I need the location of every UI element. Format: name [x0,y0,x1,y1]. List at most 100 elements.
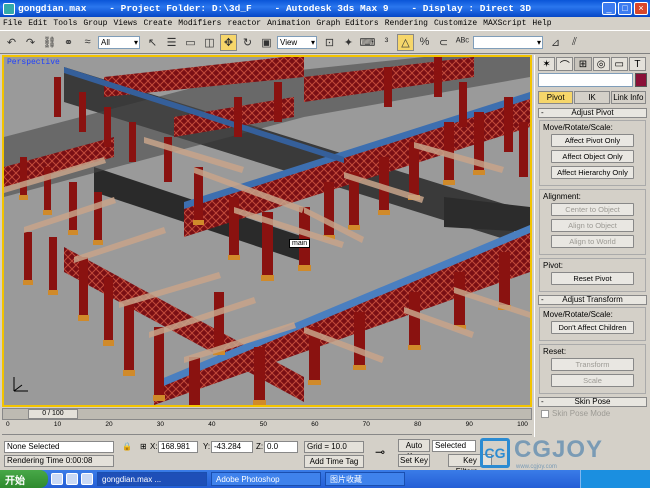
percent-snap-icon[interactable]: % [416,34,433,51]
viewport-label[interactable]: Perspective [7,58,60,67]
pivot-subtab[interactable]: Pivot [538,91,574,104]
rotate-icon[interactable]: ↻ [239,34,256,51]
dont-affect-children-button[interactable]: Don't Affect Children [551,321,634,334]
menu-rendering[interactable]: Rendering [382,19,431,28]
link-info-subtab[interactable]: Link Info [610,91,646,104]
unlink-icon[interactable]: ⚭ [60,34,77,51]
adjust-transform-rollout[interactable]: Adjust Transform [538,295,647,305]
reference-coord-dropdown[interactable]: View [277,35,317,49]
tick-label: 0 [6,421,10,428]
rect-selection-icon[interactable]: ▭ [182,34,199,51]
selection-filter-dropdown[interactable]: All [98,35,140,49]
task-3dsmax[interactable]: gongdian.max ... [97,472,207,486]
named-selection-icon[interactable]: ᴬᴮᶜ [454,34,471,51]
set-key-button[interactable]: Set Key [398,454,430,467]
display-tab-icon[interactable]: ▭ [610,57,628,71]
axis-tripod-icon [10,373,32,397]
bind-spacewarp-icon[interactable]: ≈ [79,34,96,51]
align-icon[interactable]: ⫽ [566,34,583,51]
object-name-field[interactable] [538,73,633,87]
quicklaunch-media-icon[interactable] [81,473,93,485]
task-image-viewer[interactable]: 图片收藏 [325,472,405,486]
tick-label: 10 [53,421,62,428]
3dsmax-window: gongdian.max - Project Folder: D:\3d_F -… [0,0,650,488]
object-tooltip: main [289,239,311,248]
quicklaunch-desktop-icon[interactable] [51,473,63,485]
minimize-button[interactable]: _ [602,2,616,15]
scale-icon[interactable]: ▣ [258,34,275,51]
quicklaunch-browser-icon[interactable] [66,473,78,485]
tick-label: 30 [156,421,165,428]
time-slider-track[interactable]: 0 / 100 [2,408,532,420]
menu-file[interactable]: File [0,19,25,28]
task-photoshop[interactable]: Adobe Photoshop [211,472,321,486]
menu-reactor[interactable]: reactor [224,19,264,28]
y-coord-field[interactable]: -43.284 [211,441,253,453]
select-manipulate-icon[interactable]: ✦ [340,34,357,51]
z-coord-field[interactable]: 0.0 [264,441,298,453]
move-icon[interactable]: ✥ [220,33,237,51]
select-by-name-icon[interactable]: ☰ [163,34,180,51]
perspective-viewport[interactable]: Perspective main [2,55,532,407]
add-time-tag-button[interactable]: Add Time Tag [304,455,364,468]
maximize-button[interactable]: □ [618,2,632,15]
key-mode-dropdown[interactable]: Selected [432,440,476,452]
object-color-swatch[interactable] [635,73,647,87]
spinner-snap-icon[interactable]: ⊂ [435,34,452,51]
close-button[interactable]: × [634,2,648,15]
menu-create[interactable]: Create [140,19,175,28]
lock-icon[interactable]: 🔒 [122,442,132,451]
keyboard-shortcut-icon[interactable]: ⌨ [359,34,376,51]
menu-modifiers[interactable]: Modifiers [175,19,224,28]
undo-icon[interactable]: ↶ [3,34,20,51]
menu-help[interactable]: Help [529,19,554,28]
start-button[interactable]: 开始 [0,470,48,488]
adjust-pivot-rollout[interactable]: Adjust Pivot [538,108,647,118]
menu-tools[interactable]: Tools [50,19,80,28]
key-icon[interactable]: ⊸ [375,445,385,459]
ik-subtab[interactable]: IK [574,91,610,104]
menu-edit[interactable]: Edit [25,19,50,28]
utilities-tab-icon[interactable]: T [628,57,647,71]
auto-key-button[interactable]: Auto Key [398,439,430,461]
reset-transform-button[interactable]: Transform [551,358,634,371]
group-label: Alignment: [543,192,581,201]
menu-animation[interactable]: Animation [264,19,313,28]
reset-pivot-button[interactable]: Reset Pivot [551,272,634,285]
x-coord-field[interactable]: 168.981 [158,441,198,453]
affect-object-only-button[interactable]: Affect Object Only [551,150,634,163]
link-icon[interactable]: ⛓ [41,34,58,51]
track-bar[interactable]: 0 10 20 30 40 50 60 70 80 90 100 [2,421,532,435]
group-label: Move/Rotate/Scale: [543,123,613,132]
redo-icon[interactable]: ↷ [22,34,39,51]
skin-pose-checkbox[interactable] [541,409,549,418]
menu-customize[interactable]: Customize [431,19,480,28]
menu-views[interactable]: Views [110,19,140,28]
menu-graph-editors[interactable]: Graph Editors [313,19,381,28]
menu-maxscript[interactable]: MAXScript [480,19,529,28]
align-to-object-button[interactable]: Align to Object [551,219,634,232]
reset-scale-button[interactable]: Scale [551,374,634,387]
tick-label: 20 [105,421,113,428]
affect-hierarchy-only-button[interactable]: Affect Hierarchy Only [551,166,634,179]
named-selection-dropdown[interactable] [473,35,543,49]
motion-tab-icon[interactable]: ◎ [592,57,610,71]
time-slider[interactable]: 0 / 100 [28,409,78,419]
mirror-icon[interactable]: ⊿ [547,34,564,51]
tick-label: 80 [414,421,422,428]
affect-pivot-only-button[interactable]: Affect Pivot Only [551,134,634,147]
menu-group[interactable]: Group [80,19,110,28]
pivot-center-icon[interactable]: ⊡ [321,34,338,51]
window-crossing-icon[interactable]: ◫ [201,34,218,51]
select-icon[interactable]: ↖ [144,34,161,51]
abs-rel-icon[interactable]: ⊞ [140,442,147,451]
align-to-world-button[interactable]: Align to World [551,235,634,248]
hierarchy-tab-icon[interactable]: ⊞ [574,57,592,71]
center-to-object-button[interactable]: Center to Object [551,203,634,216]
modify-tab-icon[interactable]: ⌒ [556,57,574,72]
skin-pose-rollout[interactable]: Skin Pose [538,397,647,407]
snap-icon[interactable]: ³ [378,34,395,51]
angle-snap-icon[interactable]: △ [397,33,414,51]
rendering-time: Rendering Time 0:00:08 [4,455,114,467]
create-tab-icon[interactable]: ✶ [538,57,556,71]
